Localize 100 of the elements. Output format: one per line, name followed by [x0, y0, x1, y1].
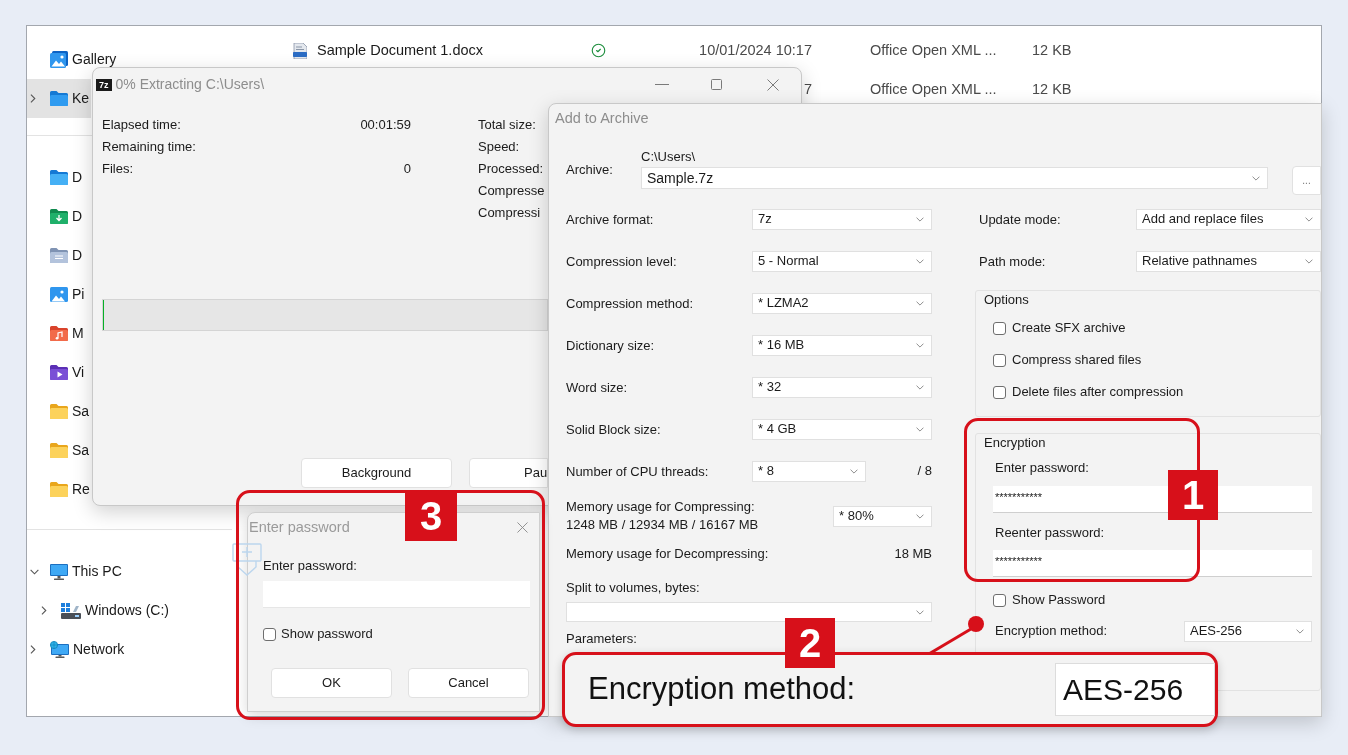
dropdown[interactable]	[566, 602, 932, 622]
download-folder-icon	[50, 209, 68, 224]
checkbox[interactable]	[263, 627, 276, 641]
chevron-down-icon	[916, 609, 924, 615]
stat-label: Processed:	[478, 160, 544, 179]
dropdown[interactable]: 7z	[752, 208, 932, 230]
field-label: Dictionary size:	[566, 338, 655, 353]
close-icon	[767, 78, 779, 91]
dropdown[interactable]: * 8	[752, 460, 866, 482]
folder-icon	[50, 170, 68, 185]
drive-icon	[61, 602, 81, 619]
checkbox-label: Delete files after compression	[1012, 383, 1184, 402]
file-size: 12 KB	[1032, 40, 1072, 60]
dropdown[interactable]: * 16 MB	[752, 334, 932, 356]
archive-folder-path: C:\Users\	[641, 149, 696, 165]
dialog-title: Enter password	[249, 517, 350, 537]
dropdown[interactable]: Sample.7z	[641, 167, 1268, 189]
pause-button[interactable]: Pau	[469, 458, 548, 488]
image-icon	[50, 286, 68, 303]
magnified-label: Encryption method:	[588, 670, 856, 709]
file-type: Office Open XML ...	[870, 80, 997, 97]
browse-button[interactable]: ...	[1292, 166, 1321, 195]
sidebar-item[interactable]: Vi	[27, 353, 87, 392]
password-field[interactable]: ***********	[993, 550, 1312, 577]
minimize-icon	[655, 84, 669, 85]
field-label: Encryption method:	[995, 622, 1107, 640]
folder-icon	[50, 482, 68, 497]
chevron-right-icon	[30, 94, 36, 103]
ok-button[interactable]: OK	[271, 668, 392, 698]
sidebar-item[interactable]: Re	[27, 470, 92, 509]
checkbox[interactable]	[993, 593, 1006, 607]
tree-item[interactable]: Network	[27, 630, 125, 669]
group-title: Encryption	[984, 434, 1046, 452]
stat-label: Files:	[102, 160, 134, 179]
stat-label: Compressi	[478, 204, 541, 223]
dropdown[interactable]: * 80%	[833, 505, 932, 527]
tree-item[interactable]: Windows (C:)	[38, 591, 169, 630]
chevron-down-icon	[1305, 216, 1313, 222]
tree-item[interactable]: This PC	[27, 552, 122, 591]
field-label: Memory usage for Decompressing:	[566, 545, 769, 563]
close-icon	[516, 522, 528, 533]
field-label: Solid Block size:	[566, 422, 661, 437]
step-number: 1	[1168, 470, 1218, 520]
chevron-down-icon	[1296, 628, 1304, 634]
field-label: Word size:	[566, 380, 628, 395]
chevron-down-icon	[1252, 175, 1260, 181]
group-title: Options	[984, 291, 1029, 309]
folder-icon	[50, 443, 68, 458]
chevron-down-icon	[916, 513, 924, 519]
field-label: Parameters:	[566, 630, 637, 648]
chevron-down-icon	[916, 342, 924, 348]
file-name[interactable]: Sample Document 1.docx	[317, 39, 484, 62]
music-folder-icon	[50, 326, 68, 341]
stat-value: 00:01:59	[360, 116, 411, 135]
field-label: Memory usage for Compressing:	[566, 498, 755, 516]
document-folder-icon	[50, 248, 68, 263]
dropdown[interactable]: AES-256	[1184, 620, 1312, 642]
chevron-down-icon	[916, 384, 924, 390]
field-label: Compression method:	[566, 296, 694, 311]
folder-icon	[50, 91, 68, 106]
app-logo: 7z	[96, 78, 112, 91]
checkbox[interactable]	[993, 321, 1006, 335]
stat-value: 0	[403, 160, 411, 179]
dropdown[interactable]: Relative pathnames	[1136, 250, 1321, 272]
field-label: Reenter password:	[995, 524, 1105, 542]
dropdown[interactable]: * LZMA2	[752, 292, 932, 314]
background-button[interactable]: Background	[301, 458, 452, 488]
magnified-value: AES-256	[1055, 663, 1215, 716]
modified-date: 7	[803, 79, 812, 99]
memory-usage: 1248 MB / 12934 MB / 16167 MB	[566, 516, 759, 534]
sidebar-item[interactable]: D	[27, 158, 85, 197]
chevron-down-icon	[916, 426, 924, 432]
dropdown[interactable]: * 32	[752, 376, 932, 398]
sidebar-item[interactable]: D	[27, 236, 85, 275]
sidebar-item[interactable]: M	[27, 314, 86, 353]
chevron-down-icon	[1305, 258, 1313, 264]
add-marker-icon	[232, 543, 262, 576]
chevron-down-icon	[916, 258, 924, 264]
step-number: 2	[785, 618, 835, 668]
cancel-button[interactable]: Cancel	[408, 668, 529, 698]
monitor-icon	[50, 563, 68, 580]
field-label: Archive:	[566, 162, 613, 177]
network-icon	[50, 641, 69, 658]
chevron-down-icon	[850, 468, 858, 474]
step-number: 3	[405, 490, 457, 541]
sidebar-item[interactable]: Sa	[27, 392, 92, 431]
sidebar-item[interactable]: D	[27, 197, 85, 236]
password-field[interactable]	[263, 581, 530, 608]
modified-date: 10/01/2024 10:17	[699, 40, 812, 60]
sidebar-item[interactable]: Sa	[27, 431, 92, 470]
checkbox[interactable]	[993, 353, 1006, 367]
field-label: Split to volumes, bytes:	[566, 579, 700, 597]
checkbox[interactable]	[993, 385, 1006, 399]
dropdown[interactable]: Add and replace files	[1136, 208, 1321, 230]
dropdown[interactable]: * 4 GB	[752, 418, 932, 440]
dropdown[interactable]: 5 - Normal	[752, 250, 932, 272]
field-label: Number of CPU threads:	[566, 464, 709, 479]
sidebar-item[interactable]: Ke	[27, 79, 92, 118]
sidebar-item[interactable]: Pi	[27, 275, 87, 314]
checkbox-label: Show password	[281, 625, 373, 644]
